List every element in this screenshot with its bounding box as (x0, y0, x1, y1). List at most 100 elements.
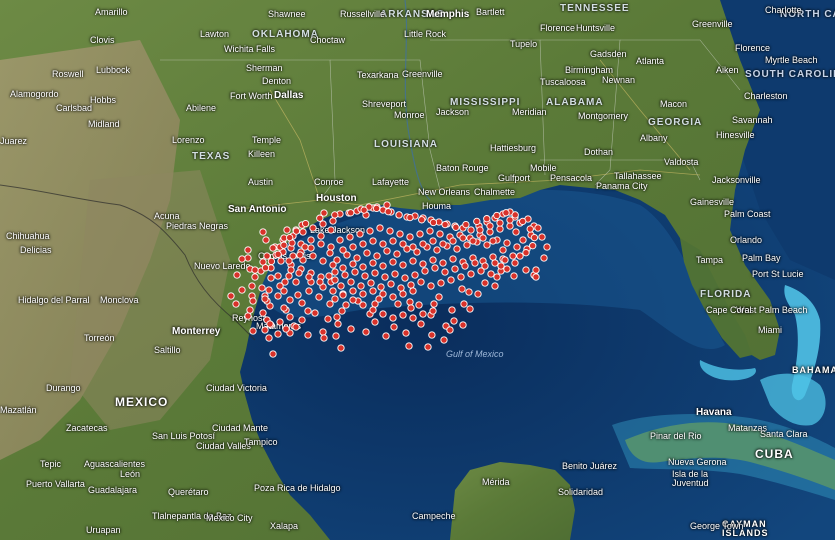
city-label-poza-rica: Poza Rica de Hidalgo (254, 483, 341, 493)
city-label-pensacola: Pensacola (550, 173, 593, 183)
city-label-midland: Midland (88, 119, 120, 129)
city-label-xalapa: Xalapa (270, 521, 299, 531)
city-label-hattiesburg: Hattiesburg (490, 143, 537, 153)
city-label-wichita-falls: Wichita Falls (224, 44, 276, 54)
city-label-amarillo: Amarillo (95, 7, 128, 17)
city-label-macon: Macon (660, 99, 688, 109)
city-label-meridian: Meridian (512, 107, 547, 117)
city-label-shawnee: Shawnee (268, 9, 306, 19)
city-label-clovis: Clovis (90, 35, 115, 45)
city-label-matamoros: Matamoros (256, 321, 302, 331)
city-label-bartlett: Bartlett (476, 7, 505, 17)
city-label-little-rock: Little Rock (404, 29, 447, 39)
city-label-monroe: Monroe (394, 110, 425, 120)
city-label-new-orleans: New Orleans (418, 187, 471, 197)
city-label-guadalajara: Guadalajara (88, 485, 138, 495)
city-label-mazatlan: Mazatlán (0, 405, 37, 415)
city-label-charlotte: Charlotte (765, 5, 802, 15)
city-label-san-antonio: San Antonio (228, 204, 287, 215)
city-label-memphis: Memphis (426, 9, 470, 20)
city-label-texarkana: Texarkana (357, 70, 399, 80)
city-label-greenville-sc: Greenville (692, 19, 733, 29)
state-label-louisiana: LOUISIANA (374, 139, 438, 150)
city-label-corpus-christi: Corpus Christi (258, 251, 316, 261)
city-label-florence-al: Florence (540, 23, 576, 33)
city-label-baton-rouge: Baton Rouge (436, 163, 489, 173)
map-view[interactable]: TENNESSEE OKLAHOMA ARKANSAS NORTH CAROLI… (0, 0, 835, 540)
country-label-cuba: CUBA (755, 447, 794, 461)
city-label-hidalgo-parral: Hidalgo del Parral (18, 295, 90, 305)
city-label-aguascalientes: Aguascalientes (84, 459, 146, 469)
city-label-monclova: Monclova (100, 295, 139, 305)
city-label-birmingham: Birmingham (565, 65, 614, 75)
state-label-texas: TEXAS (192, 151, 231, 162)
city-label-temple: Temple (252, 135, 282, 145)
city-label-santa-clara: Santa Clara (760, 429, 808, 439)
city-label-newnan: Newnan (602, 75, 636, 85)
state-label-south-carolina: SOUTH CAROLINA (745, 69, 835, 80)
city-label-acuna: Acuna (154, 211, 180, 221)
city-label-tuscaloosa: Tuscaloosa (540, 77, 586, 87)
city-label-campeche: Campeche (412, 511, 456, 521)
city-label-mexico-city: Mexico City (206, 513, 253, 523)
city-label-san-luis-potosi: San Luis Potosí (152, 431, 216, 441)
city-label-tupelo: Tupelo (510, 39, 538, 49)
city-label-juarez: Juarez (0, 136, 28, 146)
city-label-torreon: Torreón (84, 333, 115, 343)
city-label-florence-sc: Florence (735, 43, 771, 53)
city-label-cape-coral: Cape Coral (706, 305, 752, 315)
city-label-george-town: George Town (690, 521, 744, 531)
city-label-durango: Durango (46, 383, 81, 393)
country-label-mexico: MEXICO (115, 395, 169, 409)
city-label-carlsbad: Carlsbad (56, 103, 93, 113)
city-label-shreveport: Shreveport (362, 99, 407, 109)
city-label-leon: León (120, 469, 141, 479)
city-label-merida: Mérida (482, 477, 510, 487)
city-label-tallahassee: Tallahassee (614, 171, 662, 181)
city-label-palm-coast: Palm Coast (724, 209, 771, 219)
city-label-piedras-negras: Piedras Negras (166, 221, 229, 231)
city-label-lake-jackson: Lake Jackson (310, 225, 366, 235)
city-label-dothan: Dothan (584, 147, 614, 157)
city-label-tampico: Tampico (244, 437, 278, 447)
city-label-delicias: Delicias (20, 245, 52, 255)
city-label-saltillo: Saltillo (154, 345, 181, 355)
city-label-houma: Houma (422, 201, 452, 211)
city-label-lawton: Lawton (200, 29, 230, 39)
city-label-hinesville: Hinesville (716, 130, 755, 140)
city-label-solidaridad: Solidaridad (558, 487, 604, 497)
sea-label-gulf-of-mexico: Gulf of Mexico (446, 349, 504, 359)
city-label-havana: Havana (696, 407, 732, 418)
city-label-valdosta: Valdosta (664, 157, 699, 167)
city-label-chihuahua: Chihuahua (6, 231, 50, 241)
city-label-charleston: Charleston (744, 91, 788, 101)
city-label-palm-bay: Palm Bay (742, 253, 781, 263)
city-label-pinar-del-rio: Pinar del Rio (650, 431, 702, 441)
city-label-gainesville: Gainesville (690, 197, 735, 207)
state-label-oklahoma: OKLAHOMA (252, 29, 319, 40)
city-label-savannah: Savannah (732, 115, 773, 125)
city-label-roswell: Roswell (52, 69, 84, 79)
city-label-lorenzo: Lorenzo (172, 135, 205, 145)
city-label-isla-juventud: Isla de la Juventud (672, 469, 709, 488)
city-label-zacatecas: Zacatecas (66, 423, 108, 433)
state-label-georgia: GEORGIA (648, 117, 703, 128)
city-label-ciudad-victoria: Ciudad Victoria (206, 383, 267, 393)
yucatan-peninsula (450, 462, 575, 540)
city-label-jacksonville: Jacksonville (712, 175, 761, 185)
city-label-houston: Houston (316, 193, 357, 204)
city-label-montgomery: Montgomery (578, 111, 629, 121)
city-label-greenville-ms: Greenville (402, 69, 443, 79)
state-label-alabama: ALABAMA (546, 97, 604, 108)
city-label-orlando: Orlando (730, 235, 763, 245)
city-label-lafayette: Lafayette (372, 177, 410, 187)
state-label-florida: FLORIDA (700, 289, 752, 300)
city-label-lubbock: Lubbock (96, 65, 131, 75)
city-label-puerto-vallarta: Puerto Vallarta (26, 479, 85, 489)
city-label-queretaro: Querétaro (168, 487, 209, 497)
city-label-tepic: Tepic (40, 459, 62, 469)
city-label-choctaw: Choctaw (310, 35, 346, 45)
city-label-dallas: Dallas (274, 90, 304, 101)
city-label-abilene: Abilene (186, 103, 217, 113)
country-label-bahamas: BAHAMAS (792, 365, 835, 375)
